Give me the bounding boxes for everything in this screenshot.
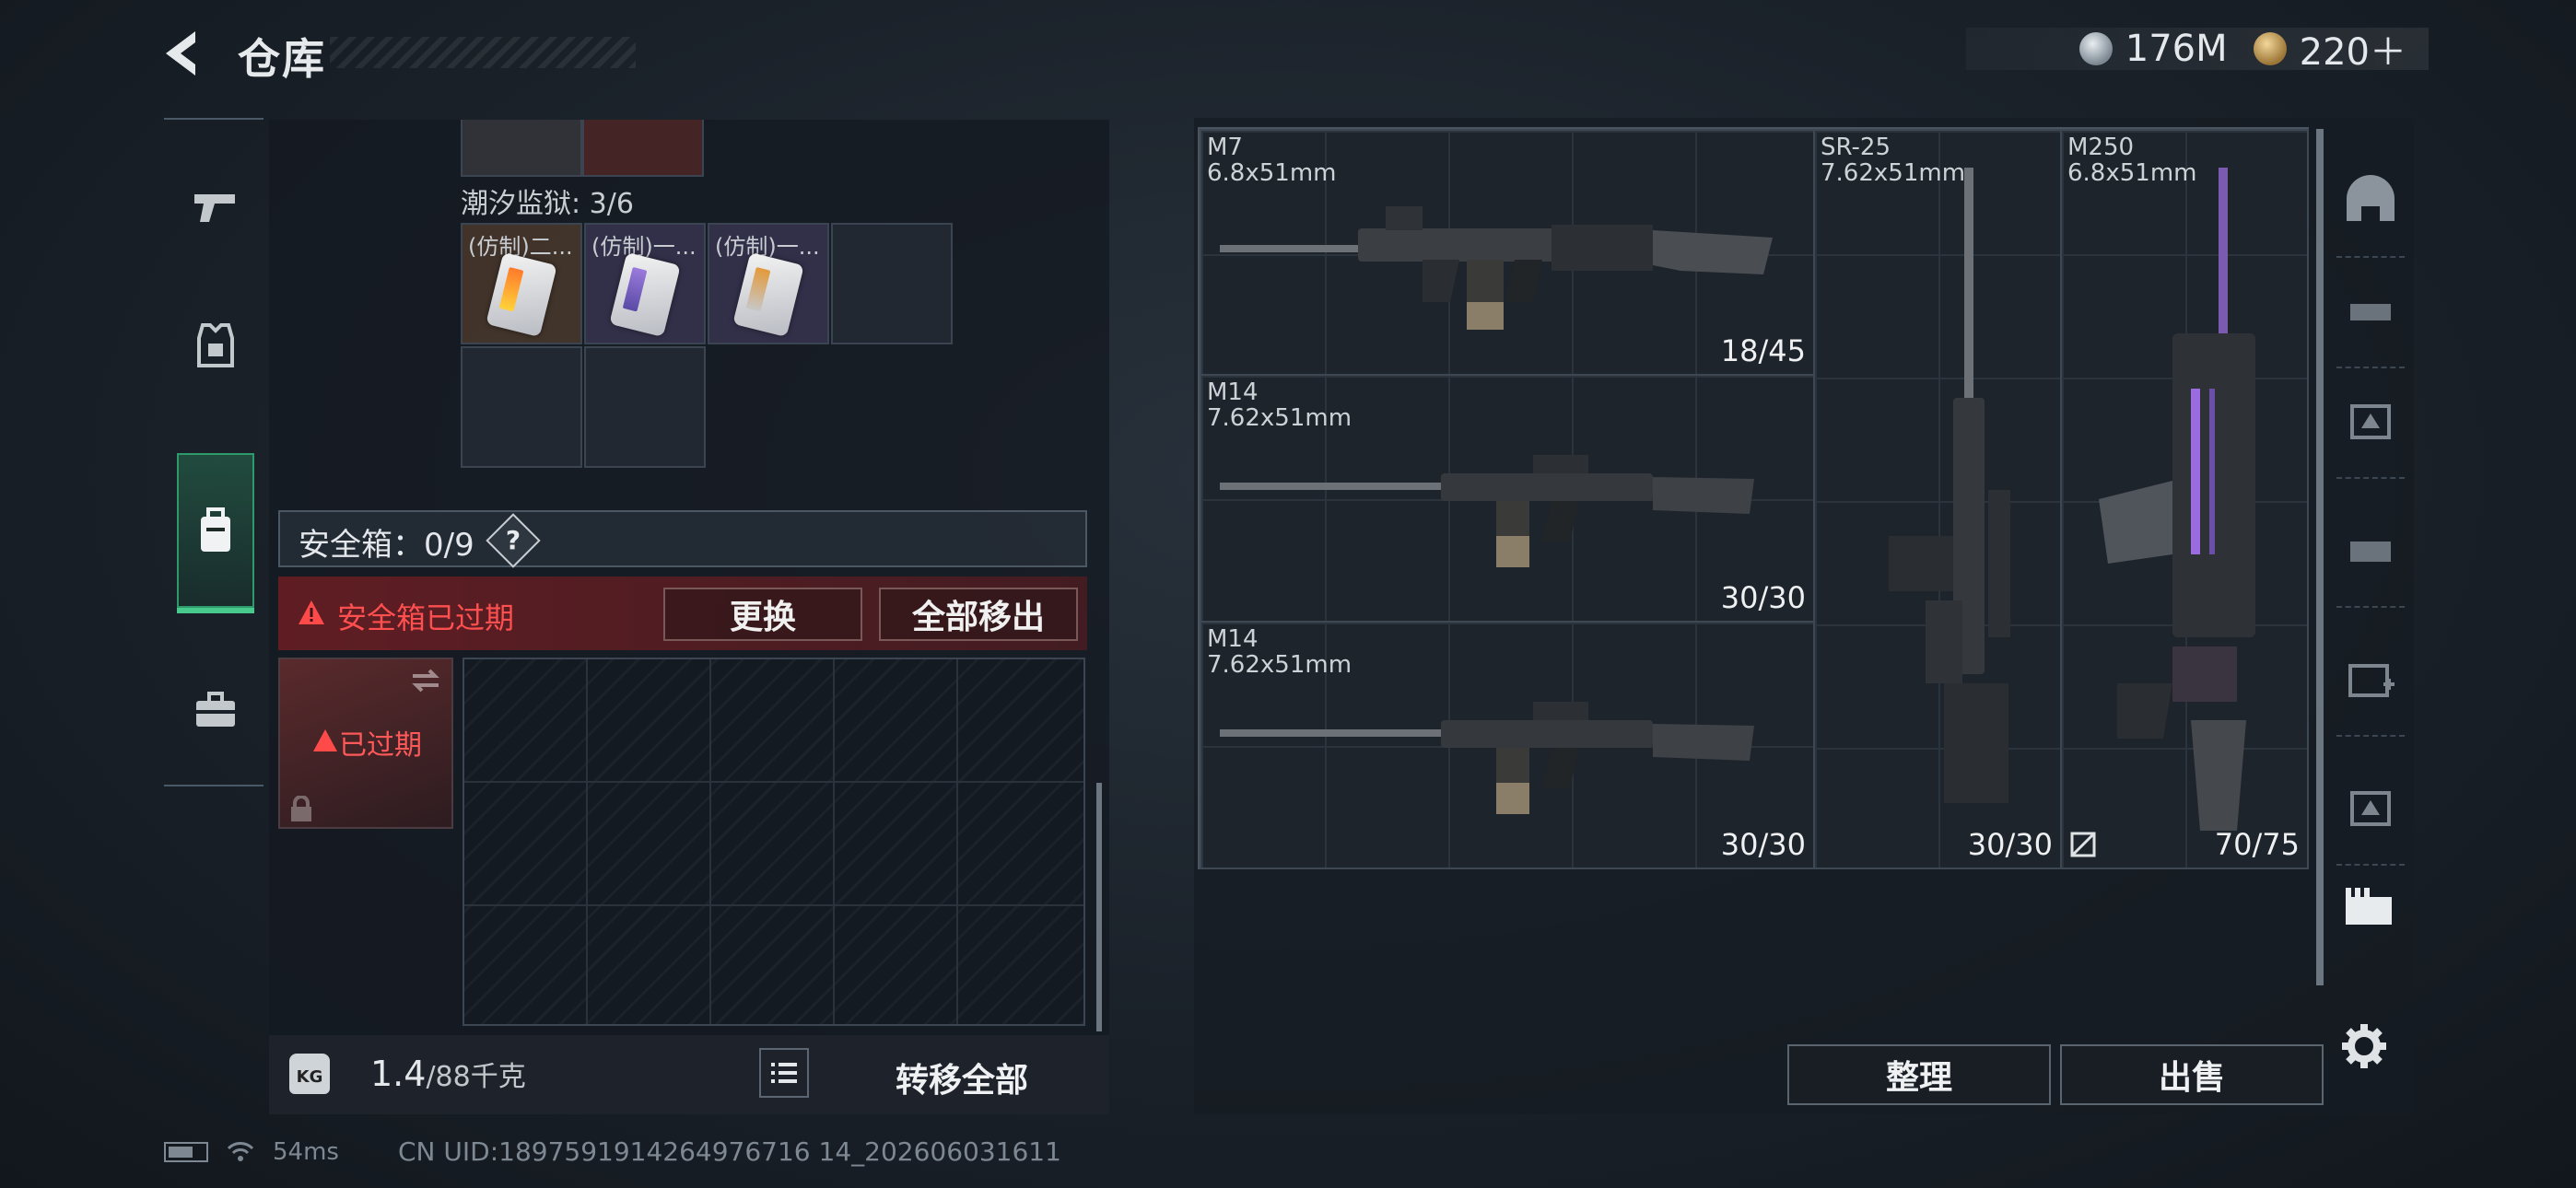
pistol-icon <box>194 194 235 222</box>
remove-all-button[interactable]: 全部移出 <box>879 588 1078 641</box>
weapon-slot[interactable]: M14 7.62x51mm 30/30 <box>1200 621 1815 869</box>
back-arrow-icon[interactable] <box>158 28 208 79</box>
gold-coin-icon <box>2253 32 2287 65</box>
armor-plate-icon <box>2350 791 2391 826</box>
inventory-item[interactable]: (仿制)一... <box>708 223 829 344</box>
status-bar: 54ms <box>164 1138 339 1166</box>
attachment-icon <box>2350 304 2391 320</box>
weapon-slot[interactable]: M14 7.62x51mm 30/30 <box>1200 374 1815 623</box>
attachment-slot[interactable] <box>2336 855 2405 965</box>
rifle-image <box>1889 168 2010 803</box>
no-repair-icon <box>2070 832 2096 857</box>
silver-currency-value: 176M <box>2125 28 2228 70</box>
slot-expired-label: 已过期 <box>339 729 422 762</box>
ammo-count: 18/45 <box>1720 333 1806 368</box>
list-view-button[interactable] <box>759 1048 809 1098</box>
safebox-header: 安全箱：0/9 ? <box>278 510 1087 568</box>
armor-plate-icon <box>2350 404 2391 439</box>
attachment-slot[interactable] <box>2336 753 2405 866</box>
attachment-slot[interactable] <box>2336 256 2405 368</box>
sort-button[interactable]: 整理 <box>1787 1044 2051 1105</box>
inventory-cell[interactable] <box>461 346 582 468</box>
ping-value: 54ms <box>273 1138 339 1166</box>
title-decoration <box>330 37 636 68</box>
ammo-count: 30/30 <box>1967 827 2053 862</box>
sell-button[interactable]: 出售 <box>2060 1044 2324 1105</box>
weapon-slot[interactable]: SR-25 7.62x51mm 30/30 <box>1813 129 2062 869</box>
backpack-icon <box>201 507 230 552</box>
rifle-image <box>1220 702 1754 814</box>
ammo-count: 30/30 <box>1720 827 1806 862</box>
silver-coin-icon <box>2078 32 2113 65</box>
rifle-image <box>1220 206 1773 330</box>
gear-icon[interactable] <box>2340 1022 2388 1070</box>
rail-item-toolbox[interactable] <box>177 659 254 761</box>
expired-message: 安全箱已过期 <box>337 600 515 635</box>
rifle-image <box>1220 455 1754 567</box>
rail-item-armor[interactable] <box>177 295 254 396</box>
scrollbar[interactable] <box>1096 783 1102 1031</box>
list-icon <box>771 1063 797 1083</box>
attachment-slot[interactable] <box>2336 495 2405 608</box>
weapon-slot[interactable]: M7 6.8x51mm 18/45 <box>1200 129 1815 376</box>
weight-bar: KG 1.4/88千克 转移全部 <box>269 1035 1109 1114</box>
inventory-cell[interactable] <box>584 346 706 468</box>
rail-item-backpack[interactable] <box>177 453 254 613</box>
keycard-icon <box>486 251 557 338</box>
weapon-grid: M7 6.8x51mm 18/45 M14 7.62x51mm 30/30 M1… <box>1198 127 2309 869</box>
keycard-icon <box>609 251 681 338</box>
user-id: CN UID:1897591914264976716 14_2026060316… <box>398 1136 1061 1167</box>
gold-currency-value[interactable]: 220＋ <box>2300 22 2406 76</box>
safebox-expired-bar: 安全箱已过期 更换 全部移出 <box>278 577 1087 650</box>
ammo-count: 70/75 <box>2214 827 2300 862</box>
weight-value: 1.4/88千克 <box>370 1054 526 1094</box>
scrollbar[interactable] <box>2316 129 2324 985</box>
current-weight: 1.4 <box>370 1054 427 1094</box>
helmet-icon <box>2347 175 2395 221</box>
wifi-icon <box>227 1142 254 1161</box>
weight-icon: KG <box>289 1054 330 1094</box>
swap-icon[interactable] <box>409 667 442 694</box>
safebox-grid[interactable] <box>463 658 1085 1026</box>
replace-button[interactable]: 更换 <box>663 588 862 641</box>
warning-icon <box>313 729 337 751</box>
ammo-count: 30/30 <box>1720 580 1806 615</box>
attachment-column <box>2333 127 2408 965</box>
medkit-icon <box>2348 664 2395 697</box>
weapon-slot[interactable]: M250 6.8x51mm 70/75 <box>2060 129 2309 869</box>
category-rail <box>164 118 263 786</box>
safebox-label: 安全箱：0/9 <box>299 527 474 564</box>
helmet-slot[interactable] <box>2336 146 2405 258</box>
armor-icon <box>197 323 234 367</box>
inventory-cell[interactable] <box>461 120 582 177</box>
inventory-cell[interactable] <box>582 120 704 177</box>
page-title: 仓库 <box>238 34 326 84</box>
attachment-slot[interactable] <box>2336 624 2405 737</box>
rail-item-weapons[interactable] <box>177 157 254 258</box>
lock-icon <box>291 796 311 821</box>
keycard-icon <box>732 251 804 338</box>
weight-capacity: /88千克 <box>426 1061 526 1093</box>
warning-icon <box>299 600 324 624</box>
toolbox-icon <box>196 692 235 727</box>
backpack-attachment-icon <box>2346 888 2392 925</box>
inventory-item[interactable]: (仿制)二... <box>461 223 582 344</box>
inventory-item[interactable]: (仿制)一... <box>584 223 706 344</box>
currency-bar: 176M 220＋ <box>1966 28 2429 74</box>
rifle-image <box>2099 168 2255 831</box>
safebox-slot[interactable]: 已过期 <box>278 658 453 829</box>
rig-icon <box>2350 542 2391 562</box>
attachment-slot[interactable] <box>2336 367 2405 479</box>
help-icon[interactable]: ? <box>486 513 541 568</box>
container-label: 潮汐监狱: 3/6 <box>461 188 634 220</box>
help-mark: ? <box>505 525 521 555</box>
battery-icon <box>164 1142 208 1162</box>
transfer-all-button[interactable]: 转移全部 <box>896 1054 1028 1101</box>
inventory-cell[interactable] <box>831 223 953 344</box>
